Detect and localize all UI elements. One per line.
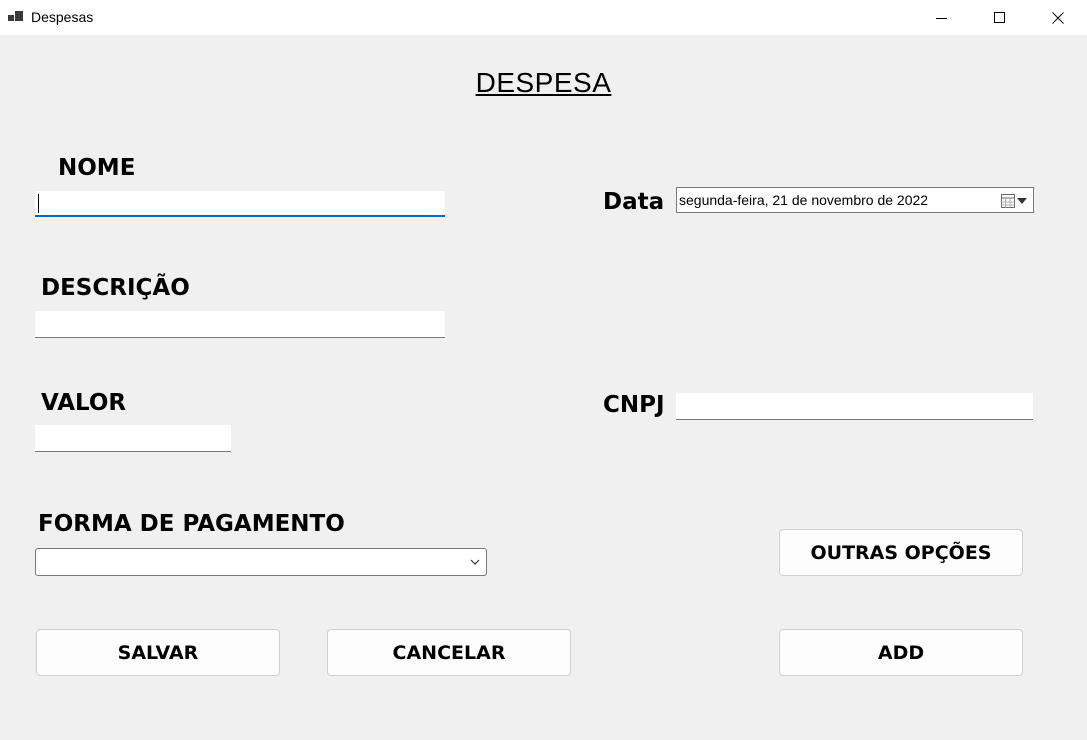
- maximize-button[interactable]: [971, 0, 1029, 35]
- salvar-button[interactable]: SALVAR: [36, 629, 280, 676]
- chevron-down-icon: [470, 559, 480, 565]
- minimize-icon: [936, 17, 947, 19]
- maximize-icon: [994, 11, 1005, 23]
- add-button[interactable]: ADD: [779, 629, 1023, 676]
- data-label: Data: [603, 189, 665, 215]
- valor-label: VALOR: [41, 390, 127, 416]
- forma-pagamento-select[interactable]: [35, 548, 487, 576]
- nome-label: NOME: [58, 155, 136, 181]
- cancelar-button[interactable]: CANCELAR: [327, 629, 571, 676]
- descricao-input[interactable]: [35, 311, 445, 338]
- minimize-button[interactable]: [913, 0, 971, 35]
- close-button[interactable]: [1029, 0, 1087, 35]
- cnpj-label: CNPJ: [603, 392, 665, 418]
- app-icon[interactable]: [8, 10, 24, 24]
- cnpj-input[interactable]: [676, 393, 1033, 420]
- form-heading: DESPESA: [475, 67, 612, 98]
- title-bar: Despesas: [0, 0, 1087, 35]
- dropdown-arrow-icon[interactable]: [1017, 198, 1027, 204]
- window-title: Despesas: [31, 9, 94, 25]
- text-caret: [38, 194, 39, 213]
- outras-opcoes-button[interactable]: OUTRAS OPÇÕES: [779, 529, 1023, 576]
- close-icon: [1052, 11, 1064, 24]
- calendar-icon: [1001, 194, 1015, 208]
- valor-input[interactable]: [35, 425, 231, 452]
- data-datepicker[interactable]: segunda-feira, 21 de novembro de 2022: [676, 187, 1034, 213]
- data-value: segunda-feira, 21 de novembro de 2022: [679, 192, 929, 208]
- forma-pagamento-label: FORMA DE PAGAMENTO: [38, 511, 345, 537]
- descricao-label: DESCRIÇÃO: [41, 275, 190, 301]
- nome-input[interactable]: [35, 191, 445, 217]
